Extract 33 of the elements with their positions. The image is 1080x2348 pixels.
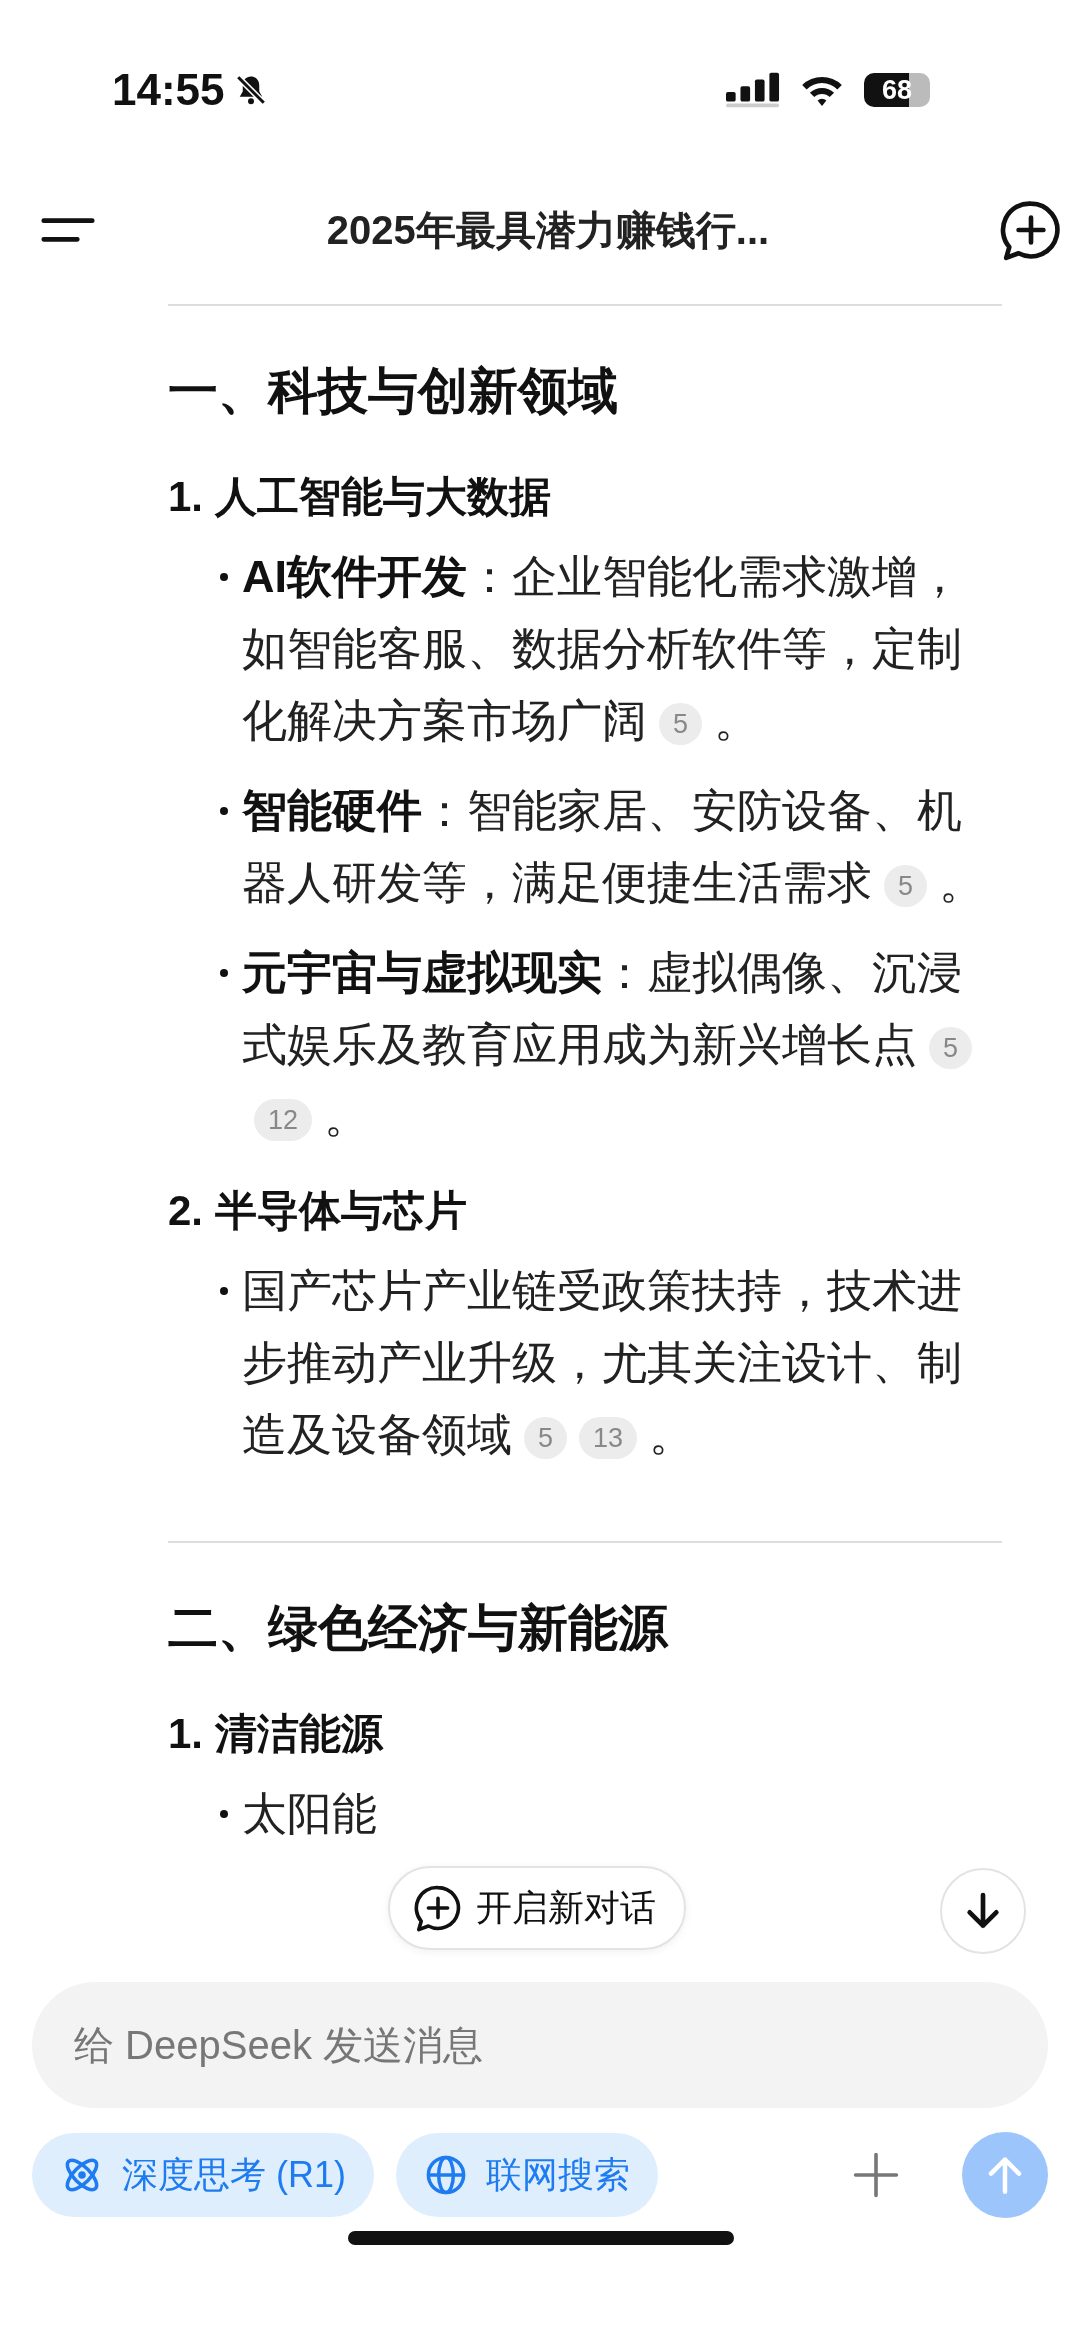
bullet-text: 元宇宙与虚拟现实：虚拟偶像、沉浸式娱乐及教育应用成为新兴增长点 5 12 。 xyxy=(242,937,1002,1153)
status-time: 14:55 xyxy=(112,65,225,115)
new-chat-button[interactable]: 开启新对话 xyxy=(388,1866,686,1950)
chat-title: 2025年最具潜力赚钱行... xyxy=(326,206,770,254)
signal-icon xyxy=(726,72,780,108)
bullet-dot xyxy=(220,1810,228,1818)
citation-badge[interactable]: 13 xyxy=(579,1417,638,1460)
new-chat-icon xyxy=(414,1884,462,1932)
toggle-chip[interactable]: 深度思考 (R1) xyxy=(32,2133,374,2217)
bullet-dot xyxy=(220,1287,228,1295)
subsection-heading: 1. 清洁能源 xyxy=(168,1709,385,1759)
bullet-dot xyxy=(220,969,228,977)
bullet-text: 国产芯片产业链受政策扶持，技术进步推动产业升级，尤其关注设计、制造及设备领域 5 13 。 xyxy=(242,1264,963,1462)
subsection-heading: 1. 人工智能与大数据 xyxy=(168,472,552,522)
globe-icon xyxy=(424,2153,468,2197)
bullet-text: 太阳能 xyxy=(242,1787,377,1841)
citation-badge[interactable]: 5 xyxy=(659,703,703,746)
menu-icon[interactable] xyxy=(40,215,96,245)
add-icon[interactable] xyxy=(852,2151,900,2199)
toggle-chip[interactable]: 联网搜索 xyxy=(396,2133,658,2217)
bullet-dot xyxy=(220,573,228,581)
new-chat-icon[interactable] xyxy=(1000,199,1062,261)
bullet-text: AI软件开发：企业智能化需求激增，如智能客服、数据分析软件等，定制化解决方案市场广阔 5 。 xyxy=(242,550,963,748)
citation-badge[interactable]: 5 xyxy=(884,865,928,908)
section-heading: 一、科技与创新领域 xyxy=(168,362,619,421)
bullet-text: 智能硬件：智能家居、安防设备、机器人研发等，满足便捷生活需求 5 。 xyxy=(242,784,986,910)
section-heading: 二、绿色经济与新能源 xyxy=(168,1599,670,1658)
bullet-dot xyxy=(220,807,228,815)
citation-badge[interactable]: 12 xyxy=(254,1099,313,1142)
citation-badge[interactable]: 5 xyxy=(524,1417,568,1460)
citation-badge[interactable]: 5 xyxy=(929,1027,973,1070)
subsection-heading: 2. 半导体与芯片 xyxy=(168,1186,468,1236)
message-input[interactable]: 给 DeepSeek 发送消息 xyxy=(32,1982,1048,2108)
